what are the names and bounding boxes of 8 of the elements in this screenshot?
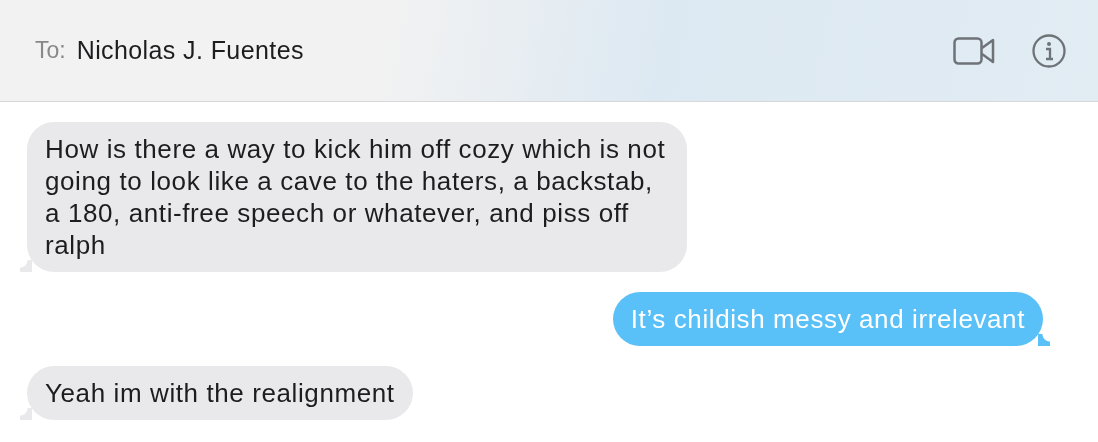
message-text: How is there a way to kick him off cozy which is not going to look like a cave to the haters, a backstab, a 180, anti-free speech or whatever, and piss off ralph bbox=[45, 134, 666, 260]
message-text: Yeah im with the realignment bbox=[45, 378, 395, 408]
info-icon[interactable] bbox=[1032, 33, 1066, 68]
video-camera-icon[interactable] bbox=[953, 36, 995, 65]
recipient-name: Nicholas J. Fuentes bbox=[76, 36, 305, 65]
message-text: It’s childish messy and irrelevant bbox=[630, 304, 1025, 334]
to-label: To: bbox=[35, 37, 66, 64]
bubble-tail bbox=[1038, 334, 1050, 346]
